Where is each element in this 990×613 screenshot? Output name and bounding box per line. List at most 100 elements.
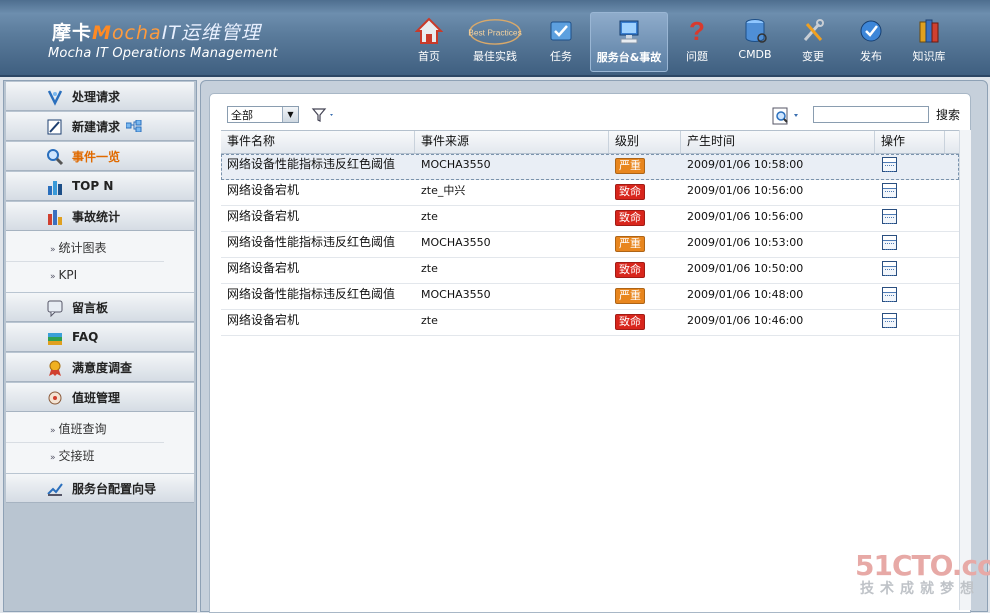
column-header-level[interactable]: 级别 — [609, 131, 681, 153]
view-detail-icon[interactable] — [882, 313, 897, 328]
sub-tree-icon — [126, 120, 142, 132]
cell-level: 致命 — [609, 180, 681, 205]
nav-service-desk[interactable]: 服务台&事故 — [590, 12, 668, 72]
cell-event-name: 网络设备性能指标违反红色阈值 — [227, 235, 396, 249]
cell-level: 致命 — [609, 310, 681, 335]
view-detail-icon[interactable] — [882, 261, 897, 276]
nav-problem[interactable]: ? 问题 — [668, 12, 726, 70]
question-icon: ? — [689, 16, 705, 46]
sidebar-item-message-board[interactable]: 留言板 — [6, 293, 194, 322]
sidebar-item-label: 事故统计 — [72, 209, 121, 224]
cell-event-source: MOCHA3550 — [421, 236, 491, 249]
chevron-down-icon[interactable]: ▼ — [282, 107, 298, 122]
submenu-duty-query[interactable]: » 值班查询 — [6, 416, 164, 443]
cell-action — [875, 206, 945, 231]
cell-event-source: MOCHA3550 — [421, 288, 491, 301]
tools-icon — [803, 19, 824, 41]
cell-level: 严重 — [609, 232, 681, 257]
filter-icon[interactable] — [311, 107, 337, 123]
cell-time: 2009/01/06 10:46:00 — [687, 314, 804, 327]
nav-release[interactable]: 发布 — [842, 12, 900, 70]
cell-event-name: 网络设备性能指标违反红色阈值 — [227, 287, 396, 301]
nav-knowledge[interactable]: 知识库 — [900, 12, 958, 70]
column-header-event-source[interactable]: 事件来源 — [415, 131, 609, 153]
sidebar-item-process-request[interactable]: 处理请求 — [6, 82, 194, 111]
nav-task-label: 任务 — [550, 50, 572, 63]
level-badge: 致命 — [615, 184, 645, 200]
nav-task[interactable]: 任务 — [532, 12, 590, 70]
table-row[interactable]: 网络设备性能指标违反红色阈值 MOCHA3550 严重 2009/01/06 1… — [221, 284, 959, 310]
submenu-kpi[interactable]: » KPI — [6, 262, 164, 288]
app-logo[interactable]: 摩卡MochaIT运维管理 — [52, 18, 261, 45]
main-panel: 全部 ▼ 搜索 事件名称 事件来源 级别 产生时间 操作 网络设备性能指标违反红… — [200, 80, 988, 613]
cell-event-name: 网络设备宕机 — [227, 261, 300, 275]
table-row[interactable]: 网络设备宕机 zte 致命 2009/01/06 10:56:00 — [221, 206, 959, 232]
column-header-time[interactable]: 产生时间 — [681, 131, 875, 153]
nav-change-label: 变更 — [802, 50, 824, 63]
faq-icon — [48, 333, 62, 345]
table-row[interactable]: 网络设备宕机 zte 致命 2009/01/06 10:50:00 — [221, 258, 959, 284]
submenu-shift-handover[interactable]: » 交接班 — [6, 443, 164, 469]
sidebar-item-label: 服务台配置向导 — [72, 481, 157, 496]
cell-event-source: MOCHA3550 — [421, 158, 491, 171]
table-row[interactable]: 网络设备性能指标违反红色阈值 MOCHA3550 严重 2009/01/06 1… — [221, 232, 959, 258]
view-detail-icon[interactable] — [882, 157, 897, 172]
search-input[interactable] — [813, 106, 929, 123]
cell-time: 2009/01/06 10:53:00 — [687, 236, 804, 249]
nav-best-practices[interactable]: Best Practices 最佳实践 — [458, 12, 532, 70]
search-button[interactable]: 搜索 — [936, 106, 960, 123]
sidebar-item-label: 值班管理 — [72, 390, 121, 405]
cell-event-name: 网络设备宕机 — [227, 183, 300, 197]
level-badge: 严重 — [615, 288, 645, 304]
cell-level: 严重 — [609, 154, 681, 179]
view-detail-icon[interactable] — [882, 209, 897, 224]
service-desk-icon — [619, 20, 639, 44]
sidebar-item-label: 事件一览 — [72, 149, 121, 164]
sidebar-item-label: TOP N — [72, 179, 114, 193]
view-detail-icon[interactable] — [882, 183, 897, 198]
app-header: 摩卡MochaIT运维管理 Mocha IT Operations Manage… — [0, 0, 990, 77]
submenu-stats-chart[interactable]: » 统计图表 — [6, 235, 164, 262]
nav-cmdb[interactable]: CMDB — [726, 12, 784, 70]
bullet-icon: » — [50, 426, 56, 436]
advanced-search-icon[interactable] — [772, 107, 802, 125]
level-badge: 严重 — [615, 236, 645, 252]
sidebar-item-satisfaction-survey[interactable]: 满意度调查 — [6, 353, 194, 382]
sidebar-item-label: 处理请求 — [72, 89, 121, 104]
cell-action — [875, 154, 945, 179]
sidebar-item-new-request[interactable]: 新建请求 — [6, 112, 194, 141]
sidebar-item-top-n[interactable]: TOP N — [6, 172, 194, 201]
table-scrollbar[interactable] — [959, 130, 971, 610]
wizard-icon — [47, 483, 63, 496]
view-detail-icon[interactable] — [882, 287, 897, 302]
nav-home[interactable]: 首页 — [400, 12, 458, 70]
cell-time: 2009/01/06 10:48:00 — [687, 288, 804, 301]
bar-chart-icon — [48, 181, 62, 195]
table-row[interactable]: 网络设备性能指标违反红色阈值 MOCHA3550 严重 2009/01/06 1… — [221, 154, 959, 180]
sidebar-item-faq[interactable]: FAQ — [6, 323, 194, 352]
nav-release-label: 发布 — [860, 50, 882, 63]
duty-icon — [48, 391, 62, 405]
cell-time: 2009/01/06 10:56:00 — [687, 184, 804, 197]
cell-event-source: zte — [421, 210, 438, 223]
column-header-action: 操作 — [875, 131, 945, 153]
sidebar-item-label: 留言板 — [72, 300, 109, 315]
nav-knowledge-label: 知识库 — [912, 50, 946, 63]
view-detail-icon[interactable] — [882, 235, 897, 250]
nav-problem-label: 问题 — [686, 50, 708, 63]
nav-change[interactable]: 变更 — [784, 12, 842, 70]
category-filter-select[interactable]: 全部 ▼ — [227, 106, 299, 123]
column-header-event-name[interactable]: 事件名称 — [221, 131, 415, 153]
level-badge: 致命 — [615, 210, 645, 226]
table-row[interactable]: 网络设备宕机 zte_中兴 致命 2009/01/06 10:56:00 — [221, 180, 959, 206]
logo-brand-tail: ocha — [111, 22, 162, 44]
sidebar-item-event-list[interactable]: 事件一览 — [6, 142, 194, 171]
table-header: 事件名称 事件来源 级别 产生时间 操作 — [221, 130, 959, 154]
sidebar-item-incident-stats[interactable]: 事故统计 — [6, 202, 194, 231]
sidebar-item-duty-management[interactable]: 值班管理 — [6, 383, 194, 412]
cell-action — [875, 284, 945, 309]
sidebar-item-label: FAQ — [72, 330, 99, 344]
sidebar-item-config-wizard[interactable]: 服务台配置向导 — [6, 474, 194, 503]
table-row[interactable]: 网络设备宕机 zte 致命 2009/01/06 10:46:00 — [221, 310, 959, 336]
logo-brand-m: M — [92, 22, 112, 44]
